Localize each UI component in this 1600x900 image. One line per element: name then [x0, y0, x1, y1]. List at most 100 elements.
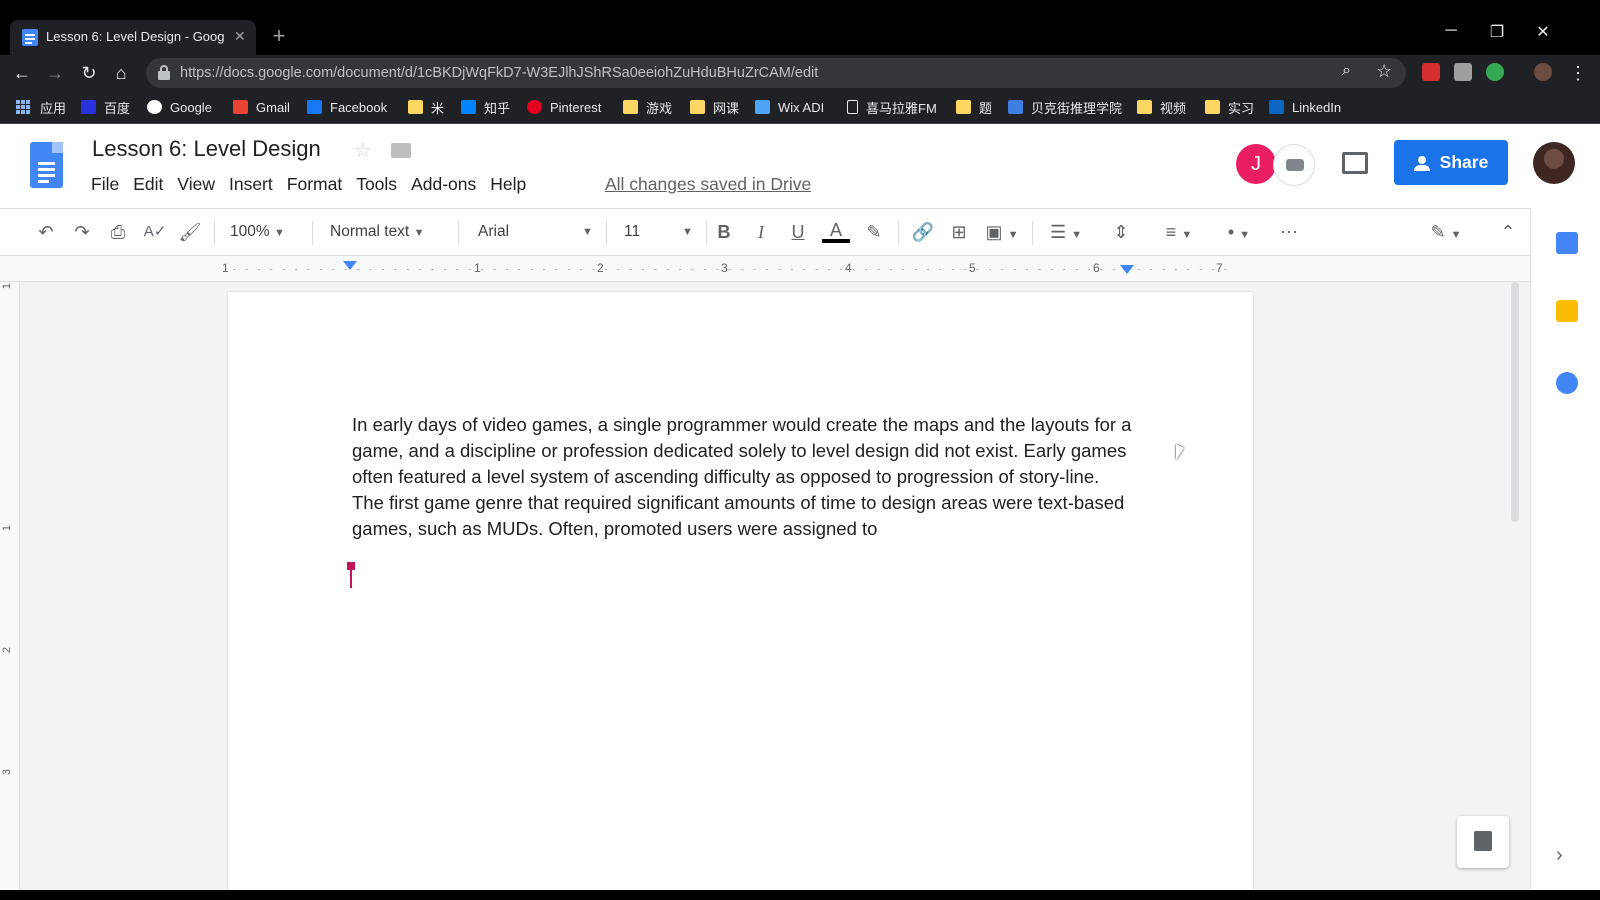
tasks-icon[interactable] [1556, 372, 1578, 394]
redo-icon[interactable]: ↷ [70, 219, 94, 245]
zoom-select[interactable]: 100% ▼ [230, 219, 300, 245]
bookmark-bakerstreet[interactable]: 贝克街推理学院 [1008, 97, 1122, 117]
menu-edit[interactable]: Edit [126, 174, 170, 195]
menu-addons[interactable]: Add-ons [404, 174, 483, 195]
comment-history-icon[interactable] [1342, 152, 1368, 174]
numbered-list-icon[interactable]: ≡ ▼ [1158, 219, 1200, 245]
move-folder-icon[interactable] [391, 143, 411, 158]
bookmark-folder-games[interactable]: 游戏 [623, 97, 672, 117]
editing-mode-icon[interactable]: ✎ ▼ [1424, 219, 1468, 245]
bold-button[interactable]: B [712, 219, 736, 245]
extension-icon[interactable] [1454, 63, 1472, 81]
bookmark-linkedin[interactable]: LinkedIn [1269, 97, 1341, 117]
add-comment-icon[interactable]: ⊞ [946, 219, 972, 245]
insert-image-icon[interactable]: ▣ ▼ [982, 219, 1022, 245]
underline-button[interactable]: U [786, 219, 810, 245]
line-spacing-icon[interactable]: ⇕ [1108, 219, 1134, 245]
left-indent-marker[interactable] [343, 261, 357, 270]
collapse-icon[interactable]: ⌃ [1496, 219, 1520, 245]
bookmark-folder-video[interactable]: 视频 [1137, 97, 1186, 117]
paint-format-icon[interactable]: 🖌 [178, 219, 202, 245]
calendar-icon[interactable] [1556, 232, 1578, 254]
explore-button[interactable] [1457, 816, 1509, 868]
font-select[interactable]: Arial ▼ [478, 219, 594, 245]
address-bar[interactable]: https://docs.google.com/document/d/1cBKD… [146, 58, 1406, 88]
vertical-scrollbar[interactable] [1510, 282, 1520, 890]
document-body[interactable]: In early days of video games, a single p… [352, 412, 1152, 542]
bookmark-pinterest[interactable]: Pinterest [527, 97, 601, 117]
font-size-select[interactable]: 11 ▼ [624, 219, 694, 245]
share-button[interactable]: Share [1394, 140, 1508, 185]
home-button[interactable]: ⌂ [109, 61, 133, 85]
account-avatar[interactable] [1533, 142, 1575, 184]
url-text[interactable]: https://docs.google.com/document/d/1cBKD… [180, 65, 818, 81]
vertical-ruler[interactable]: 1 1 2 3 [0, 282, 20, 890]
forward-button[interactable]: → [43, 61, 67, 85]
menu-file[interactable]: File [84, 174, 126, 195]
bookmark-zhihu[interactable]: 知乎 [461, 97, 510, 117]
profile-icon[interactable] [1534, 63, 1552, 81]
bookmark-baidu[interactable]: 百度 [81, 97, 130, 117]
menu-insert[interactable]: Insert [222, 174, 280, 195]
restore-button[interactable]: ❐ [1474, 22, 1520, 42]
bookmark-google[interactable]: Google [147, 97, 212, 117]
horizontal-ruler[interactable]: 1 1 2 3 4 5 6 7 [0, 256, 1530, 282]
folder-icon [690, 100, 705, 114]
bookmark-folder-courses[interactable]: 网课 [690, 97, 739, 117]
undo-icon[interactable]: ↶ [34, 219, 58, 245]
chat-icon[interactable] [1273, 144, 1315, 186]
save-status[interactable]: All changes saved in Drive [605, 174, 811, 195]
expand-side-panel-icon[interactable]: › [1556, 844, 1563, 867]
ruler-number: 5 [969, 261, 976, 275]
menu-help[interactable]: Help [483, 174, 533, 195]
vruler-number: 1 [1, 524, 14, 532]
document-title[interactable]: Lesson 6: Level Design [92, 136, 321, 162]
bookmark-ximalaya[interactable]: 喜马拉雅FM [847, 97, 937, 117]
browser-tab[interactable]: Lesson 6: Level Design - Goog ✕ [10, 20, 256, 55]
bookmark-folder-intern[interactable]: 实习 [1205, 97, 1254, 117]
bookmark-folder-ti[interactable]: 题 [956, 97, 992, 117]
scroll-thumb[interactable] [1511, 282, 1519, 522]
bookmark-star-icon[interactable]: ☆ [1376, 61, 1392, 82]
menu-format[interactable]: Format [280, 174, 349, 195]
collaborator-avatar[interactable]: J [1236, 144, 1276, 184]
spellcheck-icon[interactable]: A✓ [143, 219, 167, 245]
menu-view[interactable]: View [170, 174, 222, 195]
menu-tools[interactable]: Tools [349, 174, 404, 195]
bookmark-gmail[interactable]: Gmail [233, 97, 290, 117]
close-window-button[interactable]: ✕ [1520, 22, 1566, 42]
right-indent-marker[interactable] [1120, 265, 1134, 274]
bookmark-apps[interactable]: 应用 [16, 97, 66, 117]
link-icon[interactable]: 🔗 [910, 219, 936, 245]
chevron-down-icon: ▼ [1007, 229, 1019, 241]
bulleted-list-icon[interactable]: • ▼ [1218, 219, 1260, 245]
reload-button[interactable]: ↻ [77, 61, 101, 85]
print-icon[interactable]: ⎙ [106, 219, 130, 245]
new-tab-button[interactable]: + [266, 24, 292, 50]
docs-logo-icon[interactable] [30, 142, 63, 188]
minimize-button[interactable]: ─ [1428, 22, 1474, 40]
paragraph[interactable]: In early days of video games, a single p… [352, 412, 1152, 490]
keep-icon[interactable] [1556, 300, 1578, 322]
document-page[interactable]: In early days of video games, a single p… [228, 292, 1253, 900]
extension-badge-icon[interactable] [1486, 63, 1504, 81]
tab-close-icon[interactable]: ✕ [234, 28, 246, 45]
toolbar-divider [312, 221, 313, 245]
paragraph[interactable]: The first game genre that required signi… [352, 490, 1152, 542]
align-icon[interactable]: ☰ ▼ [1046, 219, 1086, 245]
bookmark-folder-mi[interactable]: 米 [408, 97, 444, 117]
highlight-icon[interactable]: ✎ [862, 219, 886, 245]
lock-icon[interactable] [158, 65, 170, 80]
text-color-button[interactable]: A [822, 219, 850, 243]
italic-button[interactable]: I [749, 219, 773, 245]
ruler-number: 6 [1093, 261, 1100, 275]
bookmark-wix[interactable]: Wix ADI [755, 97, 824, 117]
bookmark-facebook[interactable]: Facebook [307, 97, 387, 117]
zoom-icon[interactable]: ⌕ [1342, 62, 1351, 80]
star-icon[interactable]: ☆ [354, 138, 372, 163]
style-select[interactable]: Normal text ▼ [330, 219, 450, 245]
browser-menu-icon[interactable]: ⋮ [1566, 61, 1590, 85]
more-icon[interactable]: ⋯ [1276, 219, 1302, 245]
pdf-extension-icon[interactable] [1422, 63, 1440, 81]
back-button[interactable]: ← [10, 61, 34, 85]
